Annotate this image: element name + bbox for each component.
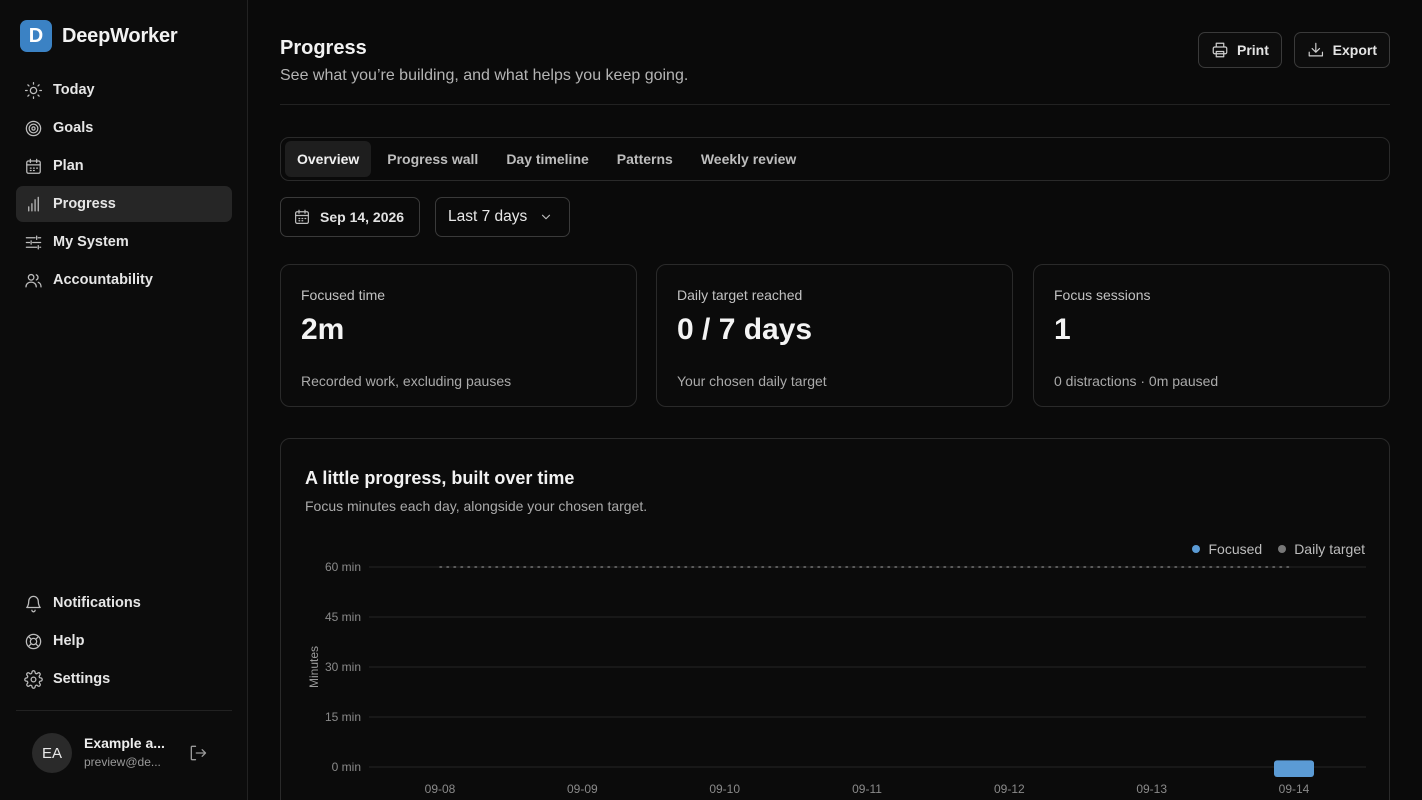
sidebar-item-label: Progress [53,196,116,212]
account-panel: EA Example a... preview@de... [16,710,232,800]
bell-icon [26,595,41,612]
legend-item-daily-target: Daily target [1278,541,1365,557]
focused-bar [1274,760,1314,777]
progress-chart-card: 0 min 15 min 30 min 45 min 60 min Minutes 09-0… [280,438,1390,800]
stat-card-focused-time: Focused time 2m Recorded work, excluding… [280,264,637,407]
print-label: Print [1237,42,1269,58]
progress-chart: 0 min 15 min 30 min 45 min 60 min Minutes 09-0… [307,560,1366,796]
sidebar-item-label: Plan [53,158,84,174]
secondary-nav: Notifications Help Settings [16,585,232,699]
x-tick-label: 09-09 [567,782,598,796]
date-picker-button[interactable]: Sep 14, 2026 [280,197,420,237]
legend-label: Focused [1208,541,1263,557]
date-value: Sep 14, 2026 [320,209,405,225]
tab-patterns[interactable]: Patterns [605,141,685,177]
stat-value: 2m [301,313,345,346]
stat-card-daily-target: Daily target reached 0 / 7 days Your cho… [656,264,1013,407]
chart-legend: Focused Daily target [1192,541,1365,557]
y-axis-label: Minutes [307,646,321,688]
legend-dot [1192,545,1201,553]
legend-item-focused: Focused [1192,541,1262,557]
stat-label: Focused time [301,287,386,303]
sidebar-item-label: Today [53,82,95,98]
chevron-down-icon [542,214,551,220]
printer-icon [1212,42,1228,58]
main-content: Progress See what you’re building, and w… [280,0,1390,800]
sidebar-item-goals[interactable]: Goals [16,110,232,146]
y-tick-label: 30 min [325,660,361,674]
account-name: Example a... [84,735,165,751]
sidebar-item-my-system[interactable]: My System [16,224,232,260]
x-tick-label: 09-08 [425,782,456,796]
target-icon [25,120,42,136]
y-tick-label: 0 min [332,760,361,774]
brand[interactable]: D DeepWorker [20,20,178,52]
tab-overview[interactable]: Overview [285,141,372,177]
sidebar-item-label: My System [53,234,129,250]
y-tick-label: 45 min [325,610,361,624]
stat-label: Focus sessions [1054,287,1151,303]
sidebar-item-notifications[interactable]: Notifications [16,585,232,621]
page-subtitle: See what you’re building, and what helps… [280,67,689,84]
avatar[interactable]: EA [32,733,72,773]
bar-chart-icon [28,196,39,211]
y-tick-label: 60 min [325,560,361,574]
page-title: Progress [280,37,367,59]
sidebar-item-today[interactable]: Today [16,72,232,108]
y-tick-label: 15 min [325,710,361,724]
x-tick-label: 09-11 [852,782,882,796]
account-email: preview@de... [84,755,161,769]
x-tick-label: 09-14 [1279,782,1310,796]
sidebar-item-label: Goals [53,120,94,136]
sidebar-item-label: Notifications [53,595,141,611]
stat-label: Daily target reached [677,287,803,303]
tab-progress-wall[interactable]: Progress wall [375,141,490,177]
print-button[interactable]: Print [1198,32,1282,68]
primary-nav: Today Goals Plan Progress My System Acco… [16,72,232,300]
calendar-icon [295,209,309,224]
stat-value: 0 / 7 days [677,313,813,346]
range-select[interactable]: Last 7 days [435,197,570,237]
sidebar-item-label: Help [53,633,85,649]
logout-icon[interactable] [188,743,208,763]
stat-value: 1 [1054,313,1071,346]
app-logo: D [20,20,52,52]
gear-icon [24,669,43,689]
sidebar-item-accountability[interactable]: Accountability [16,262,232,298]
header-divider [280,104,1390,105]
x-tick-label: 09-12 [994,782,1025,796]
sidebar: D DeepWorker Today Goals Plan Progress M… [0,0,248,800]
sidebar-item-label: Settings [53,671,111,687]
sidebar-item-help[interactable]: Help [16,623,232,659]
tab-day-timeline[interactable]: Day timeline [494,141,600,177]
sidebar-item-progress[interactable]: Progress [16,186,232,222]
calendar-icon [26,158,41,174]
chart-title: A little progress, built over time [305,468,575,488]
download-icon [1308,42,1324,57]
x-tick-label: 09-10 [709,782,740,796]
sun-icon [24,81,43,99]
users-icon [25,273,42,287]
range-value: Last 7 days [448,208,528,225]
stat-card-focus-sessions: Focus sessions 1 0 distractions · 0m pau… [1033,264,1390,407]
export-label: Export [1332,42,1377,58]
sidebar-item-plan[interactable]: Plan [16,148,232,184]
tab-bar: Overview Progress wall Day timeline Patt… [280,137,1390,181]
tab-weekly-review[interactable]: Weekly review [689,141,808,177]
x-tick-label: 09-13 [1136,782,1167,796]
sliders-icon [25,235,42,249]
sidebar-item-settings[interactable]: Settings [16,661,232,697]
legend-dot [1278,545,1287,553]
stat-note: Your chosen daily target [677,373,827,389]
chart-subtitle: Focus minutes each day, alongside your c… [305,498,648,514]
legend-label: Daily target [1294,541,1365,557]
sidebar-item-label: Accountability [53,272,153,288]
stat-note: Recorded work, excluding pauses [301,373,512,389]
lifebuoy-icon [25,633,42,649]
export-button[interactable]: Export [1294,32,1390,68]
stat-note: 0 distractions · 0m paused [1054,373,1219,389]
app-name: DeepWorker [62,24,178,47]
